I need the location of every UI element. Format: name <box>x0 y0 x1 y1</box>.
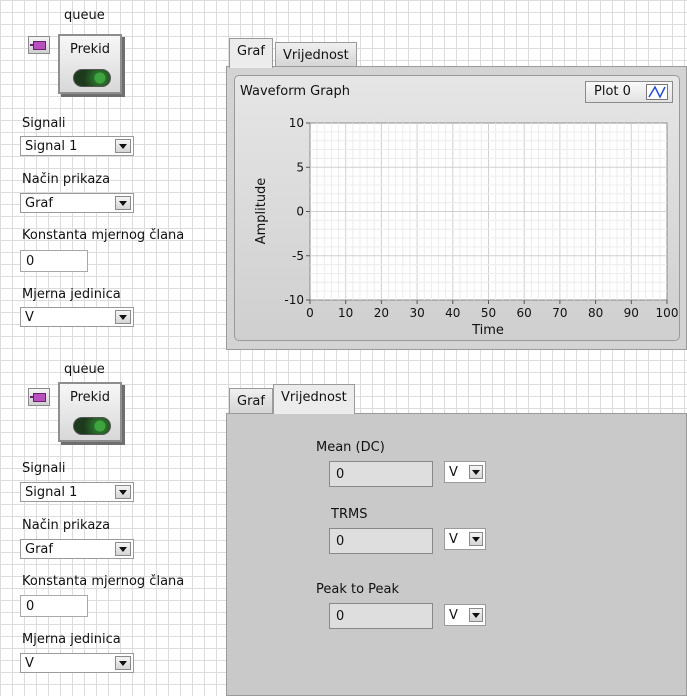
mean-dc-label: Mean (DC) <box>316 440 385 455</box>
stop-led-icon <box>73 417 111 435</box>
x-tick-label: 80 <box>588 306 603 320</box>
mean-dc-unit: V <box>449 465 458 480</box>
x-tick-label: 70 <box>552 306 567 320</box>
x-tick-label: 60 <box>517 306 532 320</box>
plot-legend[interactable]: Plot 0 <box>585 81 673 103</box>
queue-label: queue <box>64 8 105 23</box>
x-tick-label: 20 <box>374 306 389 320</box>
peak-to-peak-label: Peak to Peak <box>316 582 400 597</box>
x-tick-label: 90 <box>624 306 639 320</box>
stop-button-label: Prekid <box>69 42 111 57</box>
x-tick-label: 30 <box>409 306 424 320</box>
konstanta-input[interactable]: 0 <box>20 250 88 272</box>
y-tick-label: -5 <box>292 249 304 263</box>
signali-label: Signali <box>22 461 66 476</box>
waveform-plot-area: 0 10 20 30 40 50 60 70 80 90 100 1050-5-10 Time Am… <box>254 116 678 338</box>
trms-indicator: 0 <box>329 528 433 554</box>
mjerna-jedinica-label: Mjerna jedinica <box>22 632 121 647</box>
x-tick-label: 0 <box>306 306 314 320</box>
y-axis-label: Amplitude <box>254 178 269 245</box>
plot-grid <box>310 123 667 300</box>
mjerna-jedinica-value: V <box>25 310 34 325</box>
graph-title: Waveform Graph <box>240 84 350 99</box>
chevron-down-icon[interactable] <box>469 465 483 479</box>
y-axis-ticks: 10 5 0 -5 -10 <box>284 116 310 307</box>
x-axis-ticks: 0 10 20 30 40 50 60 70 80 90 100 <box>306 300 678 320</box>
chevron-down-icon[interactable] <box>115 542 131 556</box>
chevron-down-icon[interactable] <box>469 532 483 546</box>
signali-select[interactable]: Signal 1 <box>20 482 134 502</box>
y-tick-label: 0 <box>296 205 304 219</box>
line-plot-icon <box>646 84 668 100</box>
chevron-down-icon[interactable] <box>115 656 131 670</box>
konstanta-label: Konstanta mjernog člana <box>22 228 185 243</box>
stop-button-label: Prekid <box>69 390 111 405</box>
x-axis-label: Time <box>471 323 504 338</box>
x-tick-label: 50 <box>481 306 496 320</box>
x-tick-label: 10 <box>338 306 353 320</box>
konstanta-value: 0 <box>26 599 35 614</box>
peak-to-peak-unit-select[interactable]: V <box>444 604 486 626</box>
chevron-down-icon[interactable] <box>115 139 131 153</box>
nacin-prikaza-label: Način prikaza <box>22 518 111 533</box>
chevron-down-icon[interactable] <box>115 196 131 210</box>
peak-to-peak-unit: V <box>449 608 458 623</box>
trms-unit-select[interactable]: V <box>444 528 486 550</box>
stop-led-icon <box>73 69 111 87</box>
stop-button[interactable]: Prekid <box>58 34 122 94</box>
queue-terminal-icon <box>28 36 50 54</box>
nacin-prikaza-select[interactable]: Graf <box>20 539 134 559</box>
peak-to-peak-value: 0 <box>336 609 345 624</box>
signali-label: Signali <box>22 116 66 131</box>
graph-tab-page: Waveform Graph Plot 0 0 10 20 30 40 50 60 70 80 9… <box>226 66 687 350</box>
queue-label: queue <box>64 362 105 377</box>
signali-select[interactable]: Signal 1 <box>20 136 134 156</box>
tab-vrijednost[interactable]: Vrijednost <box>275 42 357 68</box>
mean-dc-unit-select[interactable]: V <box>444 461 486 483</box>
konstanta-value: 0 <box>26 254 35 269</box>
value-tab-page: Mean (DC) 0 V TRMS 0 V Peak to Peak 0 V <box>226 413 687 696</box>
chevron-down-icon[interactable] <box>115 485 131 499</box>
y-tick-label: 10 <box>289 116 304 130</box>
stop-button[interactable]: Prekid <box>58 382 122 442</box>
x-tick-label: 40 <box>445 306 460 320</box>
nacin-prikaza-value: Graf <box>25 542 53 557</box>
mean-dc-indicator: 0 <box>329 461 433 487</box>
konstanta-label: Konstanta mjernog člana <box>22 574 185 589</box>
konstanta-input[interactable]: 0 <box>20 595 88 617</box>
queue-terminal-icon <box>28 388 50 406</box>
trms-unit: V <box>449 532 458 547</box>
trms-label: TRMS <box>331 507 368 522</box>
nacin-prikaza-select[interactable]: Graf <box>20 193 134 213</box>
waveform-graph: Waveform Graph Plot 0 0 10 20 30 40 50 60 70 80 9… <box>234 75 680 341</box>
mjerna-jedinica-select[interactable]: V <box>20 307 134 327</box>
mjerna-jedinica-select[interactable]: V <box>20 653 134 673</box>
mean-dc-value: 0 <box>336 467 345 482</box>
legend-plot-name: Plot 0 <box>594 84 631 99</box>
chevron-down-icon[interactable] <box>115 310 131 324</box>
chevron-down-icon[interactable] <box>469 608 483 622</box>
signali-value: Signal 1 <box>25 139 78 154</box>
tab-graf[interactable]: Graf <box>229 388 273 414</box>
y-tick-label: -10 <box>284 293 304 307</box>
x-tick-label: 100 <box>656 306 679 320</box>
peak-to-peak-indicator: 0 <box>329 603 433 629</box>
mjerna-jedinica-label: Mjerna jedinica <box>22 287 121 302</box>
tab-graf[interactable]: Graf <box>229 38 273 68</box>
trms-value: 0 <box>336 534 345 549</box>
nacin-prikaza-value: Graf <box>25 196 53 211</box>
y-tick-label: 5 <box>296 160 304 174</box>
signali-value: Signal 1 <box>25 485 78 500</box>
nacin-prikaza-label: Način prikaza <box>22 172 111 187</box>
mjerna-jedinica-value: V <box>25 656 34 671</box>
tab-vrijednost[interactable]: Vrijednost <box>273 384 355 414</box>
